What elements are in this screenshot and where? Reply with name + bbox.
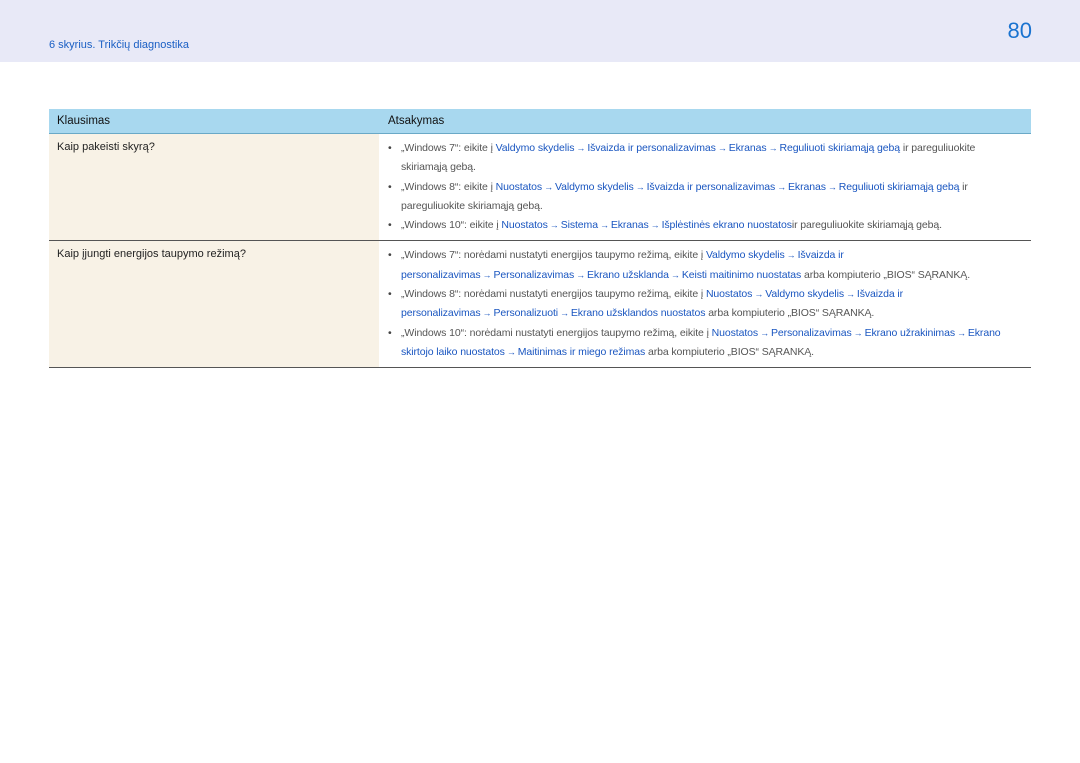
arrow-right-icon: →: [768, 143, 778, 153]
arrow-right-icon: →: [635, 181, 645, 192]
menu-path-link: Reguliuoti skiriamąją gebą: [779, 142, 901, 154]
arrow-right-icon: →: [853, 327, 863, 338]
answer-item: • „Windows 7“: norėdami nustatyti energij…: [388, 246, 1019, 285]
arrow-right-icon: →: [717, 143, 727, 153]
menu-path-link: Personalizavimas: [770, 326, 852, 339]
faq-table: Klausimas Atsakymas Kaip pakeisti skyrą?…: [49, 109, 1031, 369]
answer-text: „Windows 7“: norėdami nustatyti energijo…: [401, 249, 706, 262]
bullet-icon: •: [388, 219, 392, 232]
table-header: Klausimas Atsakymas: [49, 109, 1031, 134]
answer-list: • „Windows 7“: eikite į Valdymo skydelis →…: [388, 139, 1019, 235]
question-cell: Kaip įjungti energijos taupymo režimą?: [49, 241, 379, 368]
menu-path-link: Išvaizda ir personalizavimas: [646, 180, 776, 193]
table-row: Kaip pakeisti skyrą? • „Windows 7“: eikite…: [49, 134, 1031, 242]
bullet-icon: •: [388, 326, 392, 339]
column-header-answer: Atsakymas: [388, 115, 445, 127]
menu-path-link: Reguliuoti skiriamąją gebą: [838, 180, 960, 193]
menu-path-link: Ekranas: [728, 142, 767, 154]
arrow-right-icon: →: [482, 269, 492, 280]
question-cell: Kaip pakeisti skyrą?: [49, 134, 379, 241]
arrow-right-icon: →: [786, 250, 796, 261]
arrow-right-icon: →: [544, 181, 553, 192]
menu-path-link: Personalizuoti: [493, 307, 558, 320]
answer-list: • „Windows 7“: norėdami nustatyti energij…: [388, 246, 1019, 362]
menu-path-link: Keisti maitinimo nuostatas: [681, 268, 802, 281]
arrow-right-icon: →: [760, 327, 769, 338]
answer-item: • „Windows 7“: eikite į Valdymo skydelis →…: [388, 139, 1019, 178]
answer-text: arba kompiuterio „BIOS“ SĄRANKĄ.: [801, 268, 971, 281]
answer-text: „Windows 8“: eikite į: [401, 180, 496, 193]
menu-path-link: Ekrano užsklanda: [587, 268, 669, 281]
answer-item: • „Windows 8“: norėdami nustatyti energij…: [388, 285, 1019, 324]
menu-path-link: Ekranas: [610, 219, 649, 232]
menu-path-link: Sistema: [560, 219, 598, 232]
menu-path-link: Valdymo skydelis: [705, 249, 785, 262]
menu-path-link: Nuostatos: [501, 219, 548, 232]
answer-text: ir pareguliuokite skiriamąją gebą.: [791, 219, 942, 232]
bullet-icon: •: [388, 288, 392, 301]
answer-text: „Windows 10“: norėdami nustatyti energij…: [401, 326, 712, 339]
answer-cell: • „Windows 7“: eikite į Valdymo skydelis →…: [379, 134, 1031, 240]
menu-path-link: Valdymo skydelis: [765, 288, 844, 301]
answer-text: arba kompiuterio „BIOS“ SĄRANKĄ.: [705, 307, 875, 320]
bullet-icon: •: [388, 249, 392, 262]
menu-path-link: Ekranas: [788, 180, 826, 193]
answer-item: • „Windows 8“: eikite į Nuostatos → Valdymo…: [388, 178, 1019, 217]
answer-text: „Windows 8“: norėdami nustatyti energijo…: [401, 288, 706, 301]
chapter-title: 6 skyrius. Trikčių diagnostika: [49, 39, 189, 51]
arrow-right-icon: →: [650, 220, 660, 231]
answer-text: arba kompiuterio „BIOS“ SĄRANKĄ.: [645, 345, 814, 358]
arrow-right-icon: →: [956, 327, 966, 338]
menu-path-link: Ekrano užrakinimas: [864, 326, 956, 339]
answer-text: „Windows 10“: eikite į: [401, 219, 502, 232]
menu-path-link: Nuostatos: [495, 180, 543, 193]
arrow-right-icon: →: [482, 308, 492, 319]
menu-path-link: Maitinimas ir miego režimas: [517, 345, 646, 358]
arrow-right-icon: →: [549, 220, 559, 231]
menu-path-link: Ekrano užsklandos nuostatos: [570, 307, 706, 320]
menu-path-link: Valdymo skydelis: [554, 180, 634, 193]
arrow-right-icon: →: [560, 308, 569, 319]
menu-path-link: Valdymo skydelis: [495, 142, 575, 154]
arrow-right-icon: →: [845, 289, 855, 300]
menu-path-link: Personalizavimas: [493, 268, 575, 281]
arrow-right-icon: →: [599, 220, 609, 231]
arrow-right-icon: →: [827, 181, 837, 192]
answer-item: • „Windows 10“: norėdami nustatyti energi…: [388, 324, 1019, 363]
arrow-right-icon: →: [754, 289, 764, 300]
menu-path-link: Nuostatos: [711, 326, 759, 339]
answer-text: „Windows 7“: eikite į: [401, 142, 496, 154]
menu-path-link: Nuostatos: [705, 288, 753, 301]
menu-path-link: Išvaizda ir personalizavimas: [587, 142, 716, 154]
arrow-right-icon: →: [576, 269, 586, 280]
column-header-question: Klausimas: [57, 115, 111, 127]
page-header: 6 skyrius. Trikčių diagnostika 80: [0, 0, 1080, 62]
arrow-right-icon: →: [506, 346, 516, 357]
bullet-icon: •: [388, 142, 392, 154]
answer-item: • „Windows 10“: eikite į Nuostatos → Sistem…: [388, 216, 1019, 235]
table-row: Kaip įjungti energijos taupymo režimą? • „…: [49, 241, 1031, 369]
arrow-right-icon: →: [576, 143, 586, 153]
menu-path-link: Išplėstinės ekrano nuostatos: [661, 219, 792, 232]
arrow-right-icon: →: [777, 181, 787, 192]
table-body: Kaip pakeisti skyrą? • „Windows 7“: eikite…: [49, 134, 1031, 369]
answer-cell: • „Windows 7“: norėdami nustatyti energij…: [379, 241, 1031, 367]
page-number: 80: [1007, 18, 1032, 43]
arrow-right-icon: →: [670, 269, 680, 280]
bullet-icon: •: [388, 180, 392, 193]
